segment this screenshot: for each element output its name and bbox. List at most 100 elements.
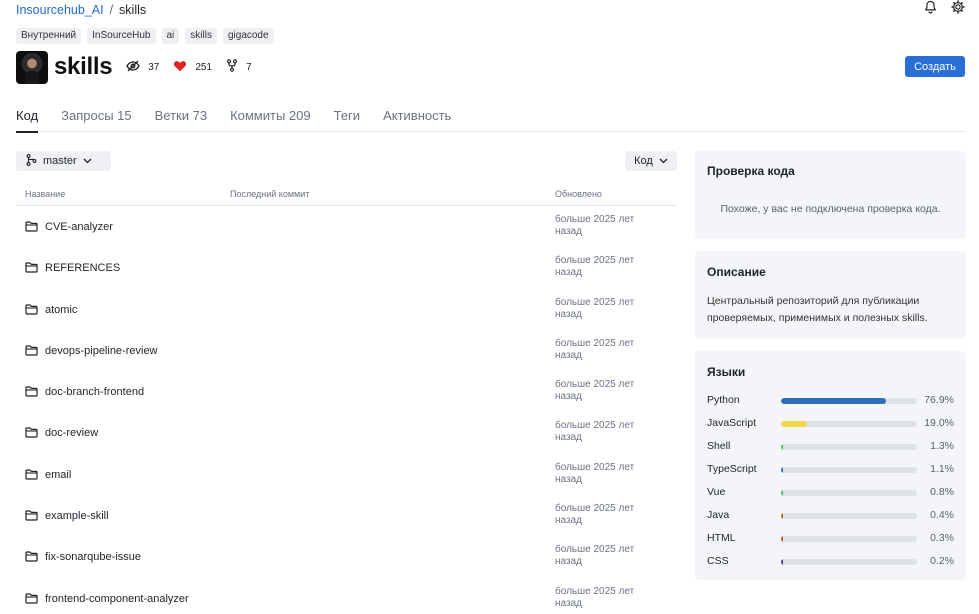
folder-icon — [25, 221, 38, 235]
tab-branches[interactable]: Ветки 73 — [155, 106, 207, 132]
file-updated: больше 2025 лет назад — [555, 214, 635, 237]
tab-activity[interactable]: Активность — [383, 106, 451, 132]
languages-card: Языки Python 76.9% JavaScript 19.0% Shell 1.3… — [695, 351, 966, 580]
table-row[interactable]: doc-review больше 2025 лет назад — [16, 413, 677, 454]
likes-count: 251 — [195, 61, 213, 73]
language-row: Shell 1.3% — [707, 440, 954, 454]
language-bar — [781, 444, 917, 450]
folder-icon — [25, 469, 38, 483]
likes-stat[interactable]: 251 — [173, 60, 212, 75]
table-row[interactable]: atomic больше 2025 лет назад — [16, 290, 677, 331]
language-bar-fill — [781, 490, 783, 496]
language-bar-fill — [781, 421, 807, 427]
top-actions — [924, 0, 965, 14]
code-button-label: Код — [634, 155, 653, 167]
tag-insourcehub[interactable]: InSourceHub — [87, 28, 156, 44]
language-name: Shell — [707, 440, 731, 452]
file-name[interactable]: devops-pipeline-review — [45, 345, 158, 357]
table-row[interactable]: REFERENCES больше 2025 лет назад — [16, 248, 677, 289]
eye-off-icon — [126, 60, 141, 75]
folder-icon — [25, 262, 38, 276]
tab-tags[interactable]: Теги — [334, 106, 360, 132]
language-row: HTML 0.3% — [707, 532, 954, 546]
language-bar-fill — [781, 513, 783, 519]
file-name[interactable]: example-skill — [45, 510, 109, 522]
language-percent: 1.3% — [930, 440, 954, 452]
branch-label: master — [43, 155, 77, 167]
file-name[interactable]: email — [45, 469, 71, 481]
language-name: HTML — [707, 532, 736, 544]
file-name[interactable]: CVE-analyzer — [45, 221, 113, 233]
language-bar — [781, 467, 917, 473]
language-bar-fill — [781, 467, 783, 473]
column-updated: Обновлено — [555, 189, 602, 199]
table-row[interactable]: example-skill больше 2025 лет назад — [16, 496, 677, 537]
language-name: CSS — [707, 555, 729, 567]
gear-icon[interactable] — [951, 0, 965, 14]
files-table-header: Название Последний коммит Обновлено — [16, 184, 677, 206]
repo-tags: Внутренний InSourceHub ai skills gigacod… — [16, 28, 274, 44]
language-bar — [781, 421, 917, 427]
breadcrumb-separator: / — [109, 3, 114, 17]
file-name[interactable]: frontend-component-analyzer — [45, 593, 189, 605]
tab-commits[interactable]: Коммиты 209 — [230, 106, 311, 132]
file-name[interactable]: atomic — [45, 304, 77, 316]
table-row[interactable]: devops-pipeline-review больше 2025 лет на… — [16, 331, 677, 372]
branch-icon — [26, 153, 37, 169]
table-row[interactable]: fix-sonarqube-issue больше 2025 лет назад — [16, 537, 677, 578]
language-row: JavaScript 19.0% — [707, 417, 954, 431]
chevron-down-icon — [83, 155, 92, 167]
watchers-stat[interactable]: 37 — [126, 60, 159, 75]
language-row: Python 76.9% — [707, 394, 954, 408]
tag-internal[interactable]: Внутренний — [16, 28, 82, 44]
code-review-card: Проверка кода Похоже, у вас не подключен… — [695, 151, 966, 239]
file-updated: больше 2025 лет назад — [555, 379, 635, 403]
folder-icon — [25, 303, 38, 318]
code-dropdown-button[interactable]: Код — [625, 151, 677, 171]
table-row[interactable]: email больше 2025 лет назад — [16, 455, 677, 496]
folder-icon — [25, 593, 38, 607]
language-bar — [781, 398, 917, 404]
forks-count: 7 — [246, 61, 252, 73]
files-list: CVE-analyzer больше 2025 лет назад REFEREN… — [16, 207, 677, 614]
breadcrumb-owner-link[interactable]: Insourcehub_AI — [16, 3, 104, 17]
file-name[interactable]: fix-sonarqube-issue — [45, 551, 141, 563]
column-last-commit: Последний коммит — [230, 189, 310, 199]
language-bar-fill — [781, 398, 886, 404]
language-bar-fill — [781, 536, 783, 542]
language-row: Java 0.4% — [707, 509, 954, 523]
forks-stat[interactable]: 7 — [226, 59, 252, 75]
language-row: CSS 0.2% — [707, 555, 954, 569]
language-percent: 0.4% — [930, 509, 954, 521]
create-button[interactable]: Создать — [905, 56, 965, 77]
file-updated: больше 2025 лет назад — [555, 296, 635, 320]
repo-header: skills 37 251 7 — [16, 50, 252, 84]
language-name: Vue — [707, 486, 726, 498]
language-name: JavaScript — [707, 417, 757, 429]
language-name: TypeScript — [707, 463, 757, 475]
code-review-message: Похоже, у вас не подключена проверка код… — [720, 203, 941, 215]
table-row[interactable]: frontend-component-analyzer больше 2025 л… — [16, 579, 677, 614]
avatar — [16, 50, 48, 84]
tag-ai[interactable]: ai — [161, 28, 180, 44]
language-percent: 0.8% — [930, 486, 954, 498]
bell-icon[interactable] — [924, 0, 937, 14]
tag-gigacode[interactable]: gigacode — [222, 28, 274, 44]
branch-selector[interactable]: master — [16, 151, 111, 171]
heart-icon — [173, 60, 187, 75]
folder-icon — [25, 345, 38, 359]
file-updated: больше 2025 лет назад — [555, 337, 635, 361]
description-text: Центральный репозиторий для публикации п… — [707, 295, 928, 324]
table-row[interactable]: doc-branch-frontend больше 2025 лет назад — [16, 372, 677, 413]
language-name: Java — [707, 509, 730, 521]
file-name[interactable]: REFERENCES — [45, 262, 120, 274]
table-row[interactable]: CVE-analyzer больше 2025 лет назад — [16, 207, 677, 248]
file-name[interactable]: doc-review — [45, 427, 98, 439]
file-name[interactable]: doc-branch-frontend — [45, 386, 144, 398]
language-row: TypeScript 1.1% — [707, 463, 954, 477]
description-title: Описание — [707, 265, 766, 279]
file-updated: больше 2025 лет назад — [555, 503, 635, 527]
tab-code[interactable]: Код — [16, 106, 39, 133]
tab-requests[interactable]: Запросы 15 — [61, 106, 132, 132]
tag-skills[interactable]: skills — [185, 28, 217, 44]
